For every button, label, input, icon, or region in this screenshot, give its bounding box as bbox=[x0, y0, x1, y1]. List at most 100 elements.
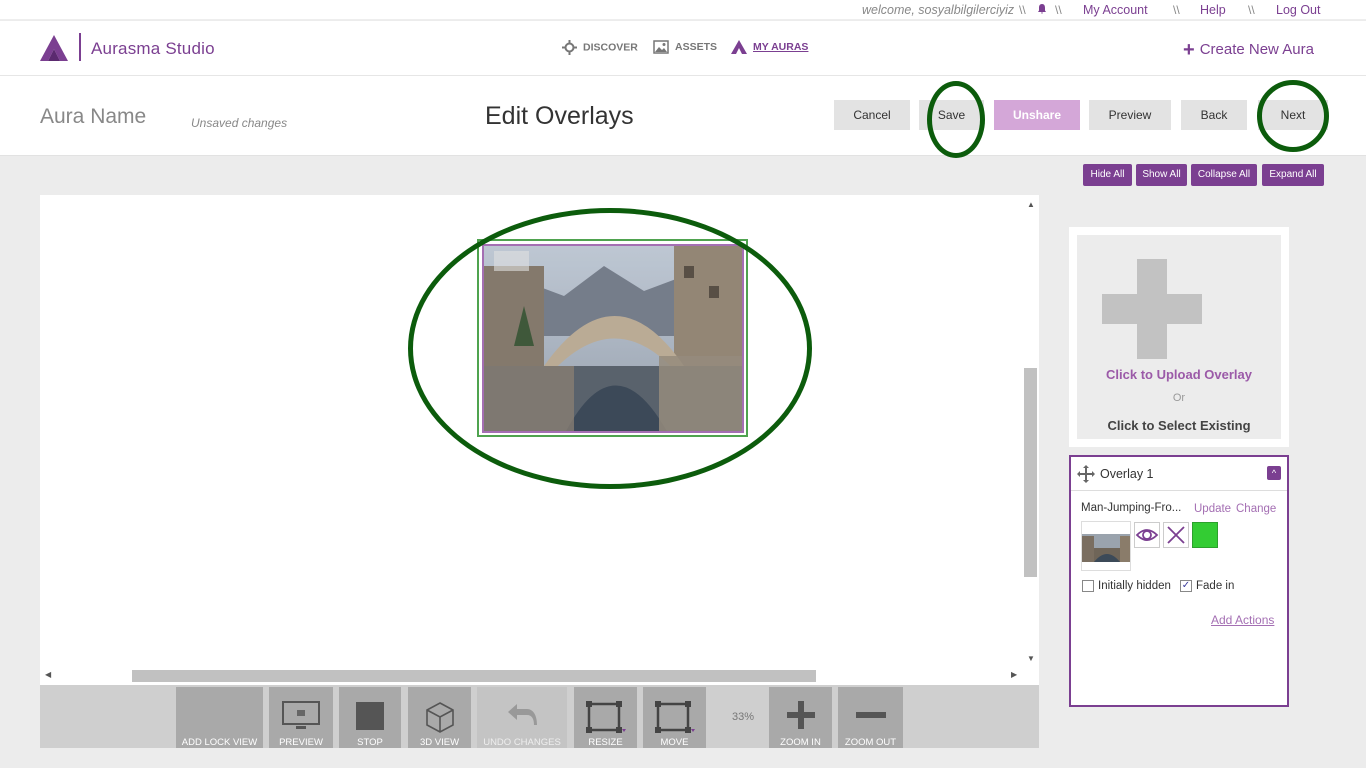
fade-in-checkbox[interactable]: ✓ bbox=[1180, 580, 1192, 592]
preview-tool-button[interactable]: PREVIEW bbox=[269, 687, 333, 748]
nav-discover[interactable]: DISCOVER bbox=[562, 40, 638, 55]
undo-changes-button[interactable]: UNDO CHANGES bbox=[477, 687, 567, 748]
select-existing-link[interactable]: Click to Select Existing bbox=[1077, 418, 1281, 433]
move-button[interactable]: MOVE bbox=[643, 687, 706, 748]
chevron-up-icon[interactable]: ^ bbox=[1267, 466, 1281, 480]
monitor-icon bbox=[282, 701, 320, 729]
eye-icon[interactable] bbox=[1134, 522, 1160, 548]
discover-icon bbox=[562, 40, 577, 55]
fade-in-label: Fade in bbox=[1196, 580, 1235, 592]
assets-icon bbox=[653, 40, 669, 54]
add-lock-view-button[interactable]: ADD LOCK VIEW bbox=[176, 687, 263, 748]
close-icon[interactable] bbox=[1163, 522, 1189, 548]
overlay-1-panel: Overlay 1 ^ Man-Jumping-Fro... Update Ch… bbox=[1069, 455, 1289, 707]
preview-tool-label: PREVIEW bbox=[279, 737, 323, 748]
page-title: Edit Overlays bbox=[485, 102, 634, 130]
color-swatch-icon[interactable] bbox=[1192, 522, 1218, 548]
resize-label: RESIZE bbox=[588, 737, 623, 748]
vertical-scrollbar[interactable]: ▲ ▼ bbox=[1023, 195, 1039, 667]
zoom-in-label: ZOOM IN bbox=[780, 737, 821, 748]
scroll-left-arrow[interactable]: ◀ bbox=[45, 670, 51, 679]
horizontal-scrollbar[interactable]: ◀ ▶ bbox=[40, 667, 1039, 685]
unsaved-status: Unsaved changes bbox=[191, 116, 288, 130]
scroll-down-arrow[interactable]: ▼ bbox=[1027, 654, 1035, 663]
collapse-all-button[interactable]: Collapse All bbox=[1191, 164, 1257, 186]
resize-button[interactable]: RESIZE bbox=[574, 687, 637, 748]
stop-button[interactable]: STOP bbox=[339, 687, 401, 748]
plus-icon: + bbox=[1183, 39, 1195, 61]
scroll-right-arrow[interactable]: ▶ bbox=[1011, 670, 1017, 679]
upload-overlay-link[interactable]: Click to Upload Overlay bbox=[1077, 367, 1281, 382]
zoom-level: 33% bbox=[732, 711, 755, 723]
initially-hidden-label: Initially hidden bbox=[1098, 580, 1171, 592]
back-button[interactable]: Back bbox=[1181, 100, 1247, 130]
separator: \\ bbox=[1173, 3, 1180, 17]
overlay-thumbnail[interactable] bbox=[1081, 521, 1131, 571]
3d-view-button[interactable]: 3D VIEW bbox=[408, 687, 471, 748]
main-header: Aurasma Studio DISCOVER ASSETS MY AURAS … bbox=[0, 21, 1366, 76]
create-new-aura-link[interactable]: + Create New Aura bbox=[1183, 39, 1314, 62]
change-link[interactable]: Change bbox=[1236, 503, 1276, 515]
cancel-button[interactable]: Cancel bbox=[834, 100, 910, 130]
bridge-photo bbox=[484, 246, 742, 431]
resize-icon bbox=[585, 701, 626, 733]
aura-name[interactable]: Aura Name bbox=[40, 105, 146, 129]
stop-label: STOP bbox=[357, 737, 383, 748]
add-lock-view-label: ADD LOCK VIEW bbox=[181, 737, 258, 748]
overlay-image-frame[interactable] bbox=[477, 239, 748, 437]
cube-icon bbox=[425, 702, 454, 733]
zoom-out-label: ZOOM OUT bbox=[844, 737, 897, 748]
my-account-link[interactable]: My Account bbox=[1083, 3, 1148, 17]
update-link[interactable]: Update bbox=[1194, 503, 1231, 515]
nav-my-auras-label: MY AURAS bbox=[753, 40, 809, 53]
initially-hidden-checkbox[interactable] bbox=[1082, 580, 1094, 592]
separator: \\ bbox=[1055, 3, 1062, 17]
nav-assets-label: ASSETS bbox=[675, 40, 718, 53]
nav-my-auras[interactable]: MY AURAS bbox=[731, 40, 808, 54]
overlay-image[interactable] bbox=[482, 244, 744, 433]
move-tool-icon bbox=[654, 701, 695, 733]
preview-button[interactable]: Preview bbox=[1089, 100, 1171, 130]
zoom-in-icon bbox=[786, 701, 815, 729]
zoom-out-icon bbox=[855, 712, 886, 718]
zoom-out-button[interactable]: ZOOM OUT bbox=[838, 687, 903, 748]
title-bar: Aura Name Unsaved changes Edit Overlays … bbox=[0, 76, 1366, 156]
bottom-toolbar: ADD LOCK VIEW PREVIEW STOP 3D VIEW UNDO … bbox=[40, 685, 1039, 748]
unshare-button[interactable]: Unshare bbox=[994, 100, 1080, 130]
move-label: MOVE bbox=[660, 737, 689, 748]
welcome-text: welcome, sosyalbilgilerciyiz bbox=[862, 3, 1015, 17]
hide-all-button[interactable]: Hide All bbox=[1083, 164, 1132, 186]
logout-link[interactable]: Log Out bbox=[1276, 3, 1320, 17]
expand-all-button[interactable]: Expand All bbox=[1262, 164, 1324, 186]
overlay-title: Overlay 1 bbox=[1100, 467, 1154, 481]
bell-icon[interactable] bbox=[1037, 4, 1047, 14]
create-new-aura-label: Create New Aura bbox=[1199, 41, 1314, 58]
brand-name[interactable]: Aurasma Studio bbox=[91, 39, 215, 59]
upload-overlay-box[interactable]: Click to Upload Overlay Or Click to Sele… bbox=[1069, 227, 1289, 447]
logo-divider bbox=[79, 33, 81, 61]
overlay-filename: Man-Jumping-Fro... bbox=[1081, 502, 1182, 514]
3d-view-label: 3D VIEW bbox=[419, 737, 460, 748]
upload-overlay-area[interactable]: Click to Upload Overlay Or Click to Sele… bbox=[1077, 235, 1281, 439]
nav-assets[interactable]: ASSETS bbox=[653, 40, 717, 54]
horizontal-scroll-thumb[interactable] bbox=[132, 670, 816, 682]
stop-icon bbox=[356, 702, 384, 730]
separator: \\ bbox=[1248, 3, 1255, 17]
add-actions-link[interactable]: Add Actions bbox=[1211, 613, 1274, 627]
scroll-up-arrow[interactable]: ▲ bbox=[1027, 200, 1035, 209]
bridge-thumbnail bbox=[1082, 522, 1130, 570]
show-all-button[interactable]: Show All bbox=[1136, 164, 1187, 186]
nav-discover-label: DISCOVER bbox=[583, 41, 638, 54]
aurasma-logo-icon[interactable] bbox=[40, 35, 68, 61]
separator: \\ bbox=[1019, 3, 1026, 17]
undo-changes-label: UNDO CHANGES bbox=[483, 737, 561, 748]
plus-icon bbox=[1102, 294, 1202, 324]
zoom-in-button[interactable]: ZOOM IN bbox=[769, 687, 832, 748]
save-button[interactable]: Save bbox=[919, 100, 984, 130]
overlay-panel-header[interactable]: Overlay 1 ^ bbox=[1071, 457, 1287, 491]
next-button[interactable]: Next bbox=[1258, 100, 1328, 130]
undo-icon bbox=[508, 704, 537, 725]
vertical-scroll-thumb[interactable] bbox=[1024, 368, 1037, 577]
move-icon[interactable] bbox=[1077, 465, 1095, 483]
help-link[interactable]: Help bbox=[1200, 3, 1226, 17]
